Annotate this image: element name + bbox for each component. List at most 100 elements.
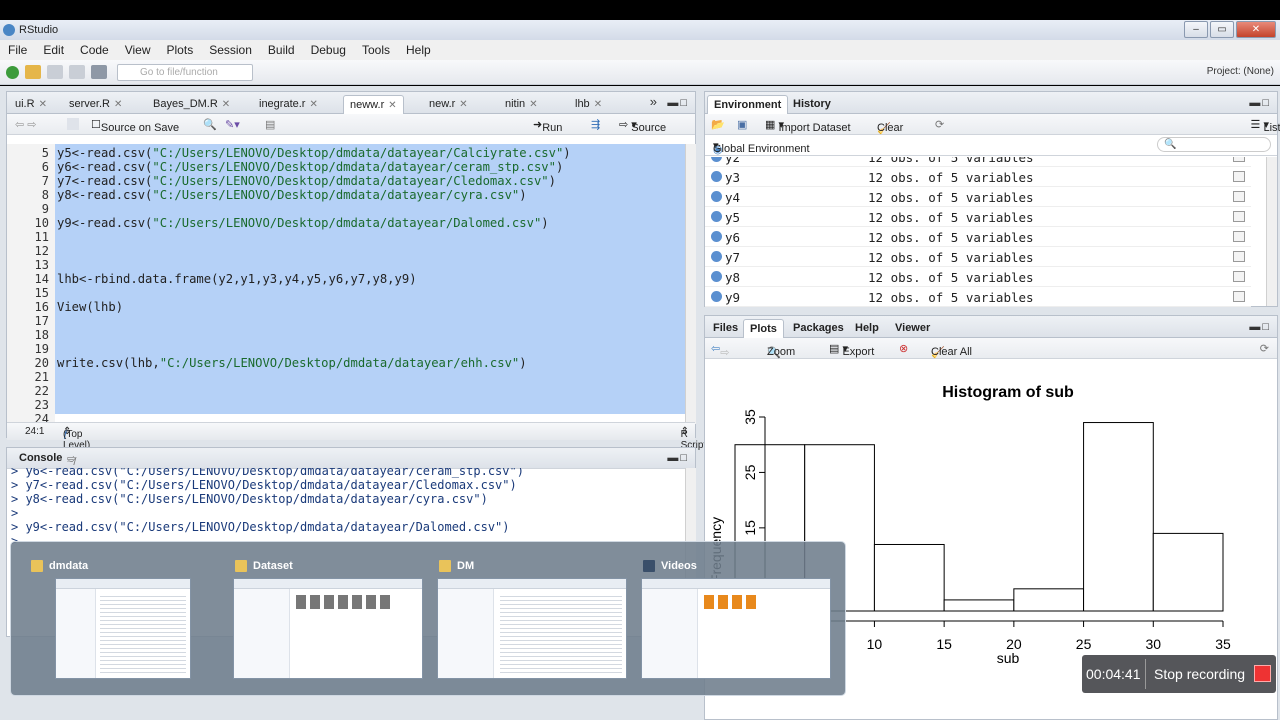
menu-view[interactable]: View: [117, 43, 159, 57]
more-tabs-icon[interactable]: »: [650, 94, 659, 109]
expand-icon: [711, 191, 722, 202]
recording-widget: 00:04:41 Stop recording: [1082, 655, 1276, 693]
maximize-button[interactable]: ▭: [1210, 21, 1234, 38]
line-number: 12: [34, 244, 49, 258]
source-on-save-checkbox[interactable]: ☐ Source on Save: [91, 118, 179, 134]
environment-row[interactable]: y4 12 obs. of 5 variables: [705, 187, 1251, 207]
environment-row[interactable]: y6 12 obs. of 5 variables: [705, 227, 1251, 247]
environment-row[interactable]: y2 12 obs. of 5 variables: [705, 157, 1251, 167]
line-number: 7: [41, 174, 49, 188]
line-number: 10: [34, 216, 49, 230]
table-view-icon: [1233, 271, 1245, 282]
tab-plots[interactable]: Plots: [743, 319, 784, 338]
print-icon[interactable]: [91, 65, 107, 79]
environment-search-input[interactable]: 🔍: [1157, 137, 1271, 152]
menu-code[interactable]: Code: [72, 43, 117, 57]
minimize-button[interactable]: –: [1184, 21, 1208, 38]
tab-server-r[interactable]: server.R ✕: [63, 95, 128, 114]
refresh-icon[interactable]: ⟳: [1260, 342, 1269, 355]
search-icon[interactable]: 🔍: [203, 118, 217, 131]
environment-row[interactable]: y3 12 obs. of 5 variables: [705, 167, 1251, 187]
tab-viewer[interactable]: Viewer: [889, 319, 936, 338]
file-type-selector[interactable]: R Script ⇕: [681, 426, 707, 451]
rerun-icon[interactable]: ⇶: [591, 118, 600, 131]
import-dataset-button[interactable]: ▦ Import Dataset ▾: [765, 118, 851, 134]
save-all-icon[interactable]: [69, 65, 85, 79]
menu-session[interactable]: Session: [201, 43, 260, 57]
console-header: Console ~/ ⇨ ▬□: [7, 448, 695, 469]
refresh-icon[interactable]: ⟳: [935, 118, 944, 131]
tab-help[interactable]: Help: [849, 319, 885, 338]
environment-row[interactable]: y7 12 obs. of 5 variables: [705, 247, 1251, 267]
menu-file[interactable]: File: [0, 43, 35, 57]
load-workspace-icon[interactable]: 📂: [711, 118, 725, 131]
menu-plots[interactable]: Plots: [159, 43, 202, 57]
stop-recording-button[interactable]: Stop recording: [1154, 666, 1245, 682]
table-view-icon: [1233, 291, 1245, 302]
menu-help[interactable]: Help: [398, 43, 439, 57]
code-line: lhb<-rbind.data.frame(y2,y1,y3,y4,y5,y6,…: [57, 272, 417, 286]
source-button[interactable]: ⇨ Source ▾: [619, 118, 666, 134]
minimize-maximize-icon[interactable]: ▬□: [667, 452, 689, 464]
run-button[interactable]: ➜ Run: [533, 118, 562, 134]
back-arrow-icon[interactable]: ⇦ ⇨: [15, 118, 37, 131]
line-number: 23: [34, 398, 49, 412]
window-thumbnail-videos[interactable]: [641, 578, 831, 679]
scope-dropdown[interactable]: ◉ Global Environment ▾: [713, 139, 810, 156]
tab-history[interactable]: History: [787, 95, 837, 114]
tab-ui-r[interactable]: ui.R ✕: [9, 95, 53, 114]
folder-icon: [439, 560, 451, 572]
save-workspace-icon[interactable]: ▣: [737, 118, 747, 131]
view-mode-selector[interactable]: ☰ List ▾: [1251, 118, 1280, 134]
save-icon[interactable]: [47, 65, 63, 79]
menu-edit[interactable]: Edit: [35, 43, 72, 57]
close-icon: ✕: [38, 99, 47, 110]
tab-nitin[interactable]: nitin ✕: [499, 95, 544, 114]
tab-neww-r[interactable]: neww.r ✕: [343, 95, 404, 114]
save-source-icon[interactable]: [67, 118, 79, 130]
menu-debug[interactable]: Debug: [303, 43, 354, 57]
minimize-maximize-icon[interactable]: ▬□: [1249, 97, 1271, 109]
editor-scrollbar[interactable]: [685, 144, 696, 424]
tab-files[interactable]: Files: [707, 319, 744, 338]
new-file-icon[interactable]: [6, 65, 19, 79]
tab-bayes-dm-r[interactable]: Bayes_DM.R ✕: [147, 95, 236, 114]
window-thumbnail-dmdata[interactable]: [55, 578, 191, 679]
environment-row[interactable]: y9 12 obs. of 5 variables: [705, 287, 1251, 307]
minimize-maximize-icon[interactable]: ▬□: [1249, 321, 1271, 333]
console-path[interactable]: ~/ ⇨: [67, 452, 76, 468]
window-thumbnail-dm[interactable]: [437, 578, 627, 679]
scope-selector[interactable]: ƒ (Top Level) ⇕: [63, 426, 90, 451]
code-editor[interactable]: 5 y5<-read.csv("C:/Users/LENOVO/Desktop/d…: [7, 144, 685, 424]
open-file-icon[interactable]: [25, 65, 41, 79]
title-bar: RStudio – ▭ ✕: [0, 20, 1280, 40]
tab-packages[interactable]: Packages: [787, 319, 850, 338]
console-line: > y6<-read.csv("C:/Users/LENOVO/Desktop/…: [11, 468, 524, 478]
tab-environment[interactable]: Environment: [707, 95, 789, 114]
stop-icon[interactable]: [1254, 665, 1271, 682]
remove-plot-icon[interactable]: ⊗: [899, 342, 908, 355]
menu-build[interactable]: Build: [260, 43, 303, 57]
previous-plot-icon[interactable]: ⇦ ⇨: [711, 342, 729, 359]
goto-file-input[interactable]: Go to file/function: [117, 63, 253, 81]
wand-icon[interactable]: ✎▾: [225, 118, 240, 131]
tab-new-r[interactable]: new.r ✕: [423, 95, 474, 114]
tab-inegrate-r[interactable]: inegrate.r ✕: [253, 95, 324, 114]
environment-row[interactable]: y5 12 obs. of 5 variables: [705, 207, 1251, 227]
table-view-icon: [1233, 157, 1245, 162]
tab-lhb[interactable]: lhb ✕: [569, 95, 608, 114]
minimize-maximize-icon[interactable]: ▬□: [667, 97, 689, 109]
menu-tools[interactable]: Tools: [354, 43, 398, 57]
compile-icon[interactable]: ▤: [265, 118, 275, 131]
close-button[interactable]: ✕: [1236, 21, 1276, 38]
export-button[interactable]: ▤ Export ▾: [829, 342, 874, 358]
window-thumbnail-dataset[interactable]: [233, 578, 423, 679]
x-tick-label: 15: [936, 636, 952, 652]
project-menu[interactable]: Project: (None): [1207, 66, 1274, 77]
rstudio-logo-icon: [3, 24, 15, 36]
code-line: y5<-read.csv("C:/Users/LENOVO/Desktop/dm…: [57, 146, 571, 160]
console-line: > y9<-read.csv("C:/Users/LENOVO/Desktop/…: [11, 520, 510, 534]
line-number: 6: [41, 160, 49, 174]
environment-scrollbar[interactable]: [1266, 157, 1277, 306]
environment-row[interactable]: y8 12 obs. of 5 variables: [705, 267, 1251, 287]
